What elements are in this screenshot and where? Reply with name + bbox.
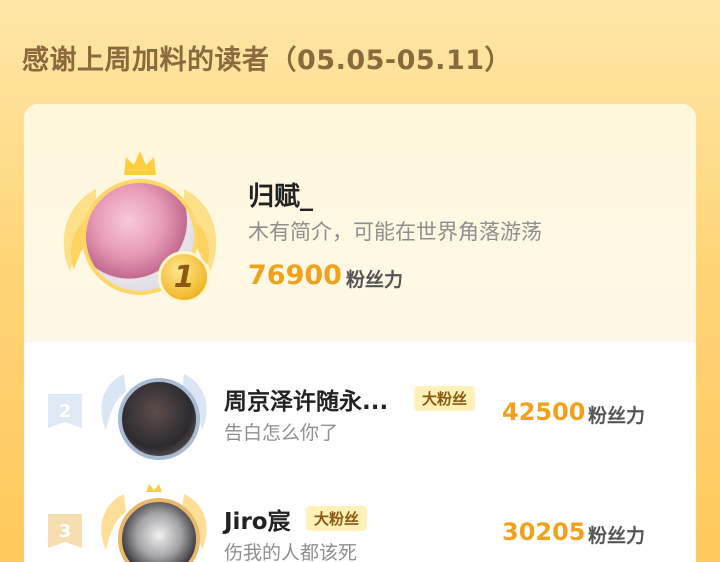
- list-item[interactable]: 3 Jiro宸 大粉丝 伤我的人都该死 30205 粉丝力: [24, 464, 696, 562]
- rank-badge: 3: [48, 514, 82, 548]
- page-title: 感谢上周加料的读者（05.05-05.11）: [22, 45, 513, 76]
- rank-badge: 2: [48, 394, 82, 428]
- fan-tag-badge: 大粉丝: [414, 386, 476, 411]
- top-reader-avatar-frame: 1: [56, 149, 224, 303]
- top-reader-score-unit: 粉丝力: [346, 269, 404, 291]
- top-reader-name[interactable]: 归赋_: [248, 176, 313, 213]
- reader-bio: 告白怎么你了: [224, 422, 339, 444]
- list-item[interactable]: 2 周京泽许随永... 大粉丝 告白怎么你了 42500 粉丝力: [24, 348, 696, 468]
- reader-ranking-card: 1 归赋_ 木有简介，可能在世界角落游荡 76900 粉丝力 2 周京泽许随永.…: [24, 104, 696, 562]
- rank-medal: 1: [158, 251, 210, 303]
- top-reader-score: 76900: [248, 260, 342, 291]
- reader-name[interactable]: Jiro宸: [224, 502, 291, 536]
- reader-score: 30205: [502, 518, 586, 546]
- reader-score-unit: 粉丝力: [588, 405, 646, 427]
- reader-score: 42500: [502, 398, 586, 426]
- reader-name[interactable]: 周京泽许随永...: [224, 382, 388, 416]
- avatar[interactable]: [118, 378, 200, 460]
- top-reader-bio: 木有简介，可能在世界角落游荡: [248, 220, 542, 244]
- top-reader-panel[interactable]: 1 归赋_ 木有简介，可能在世界角落游荡 76900 粉丝力: [24, 104, 696, 342]
- reader-bio: 伤我的人都该死: [224, 542, 358, 562]
- fan-tag-badge: 大粉丝: [306, 506, 368, 531]
- avatar-frame: [94, 474, 214, 562]
- crown-icon: [124, 151, 156, 175]
- avatar-frame: [94, 354, 214, 464]
- reader-score-unit: 粉丝力: [588, 525, 646, 547]
